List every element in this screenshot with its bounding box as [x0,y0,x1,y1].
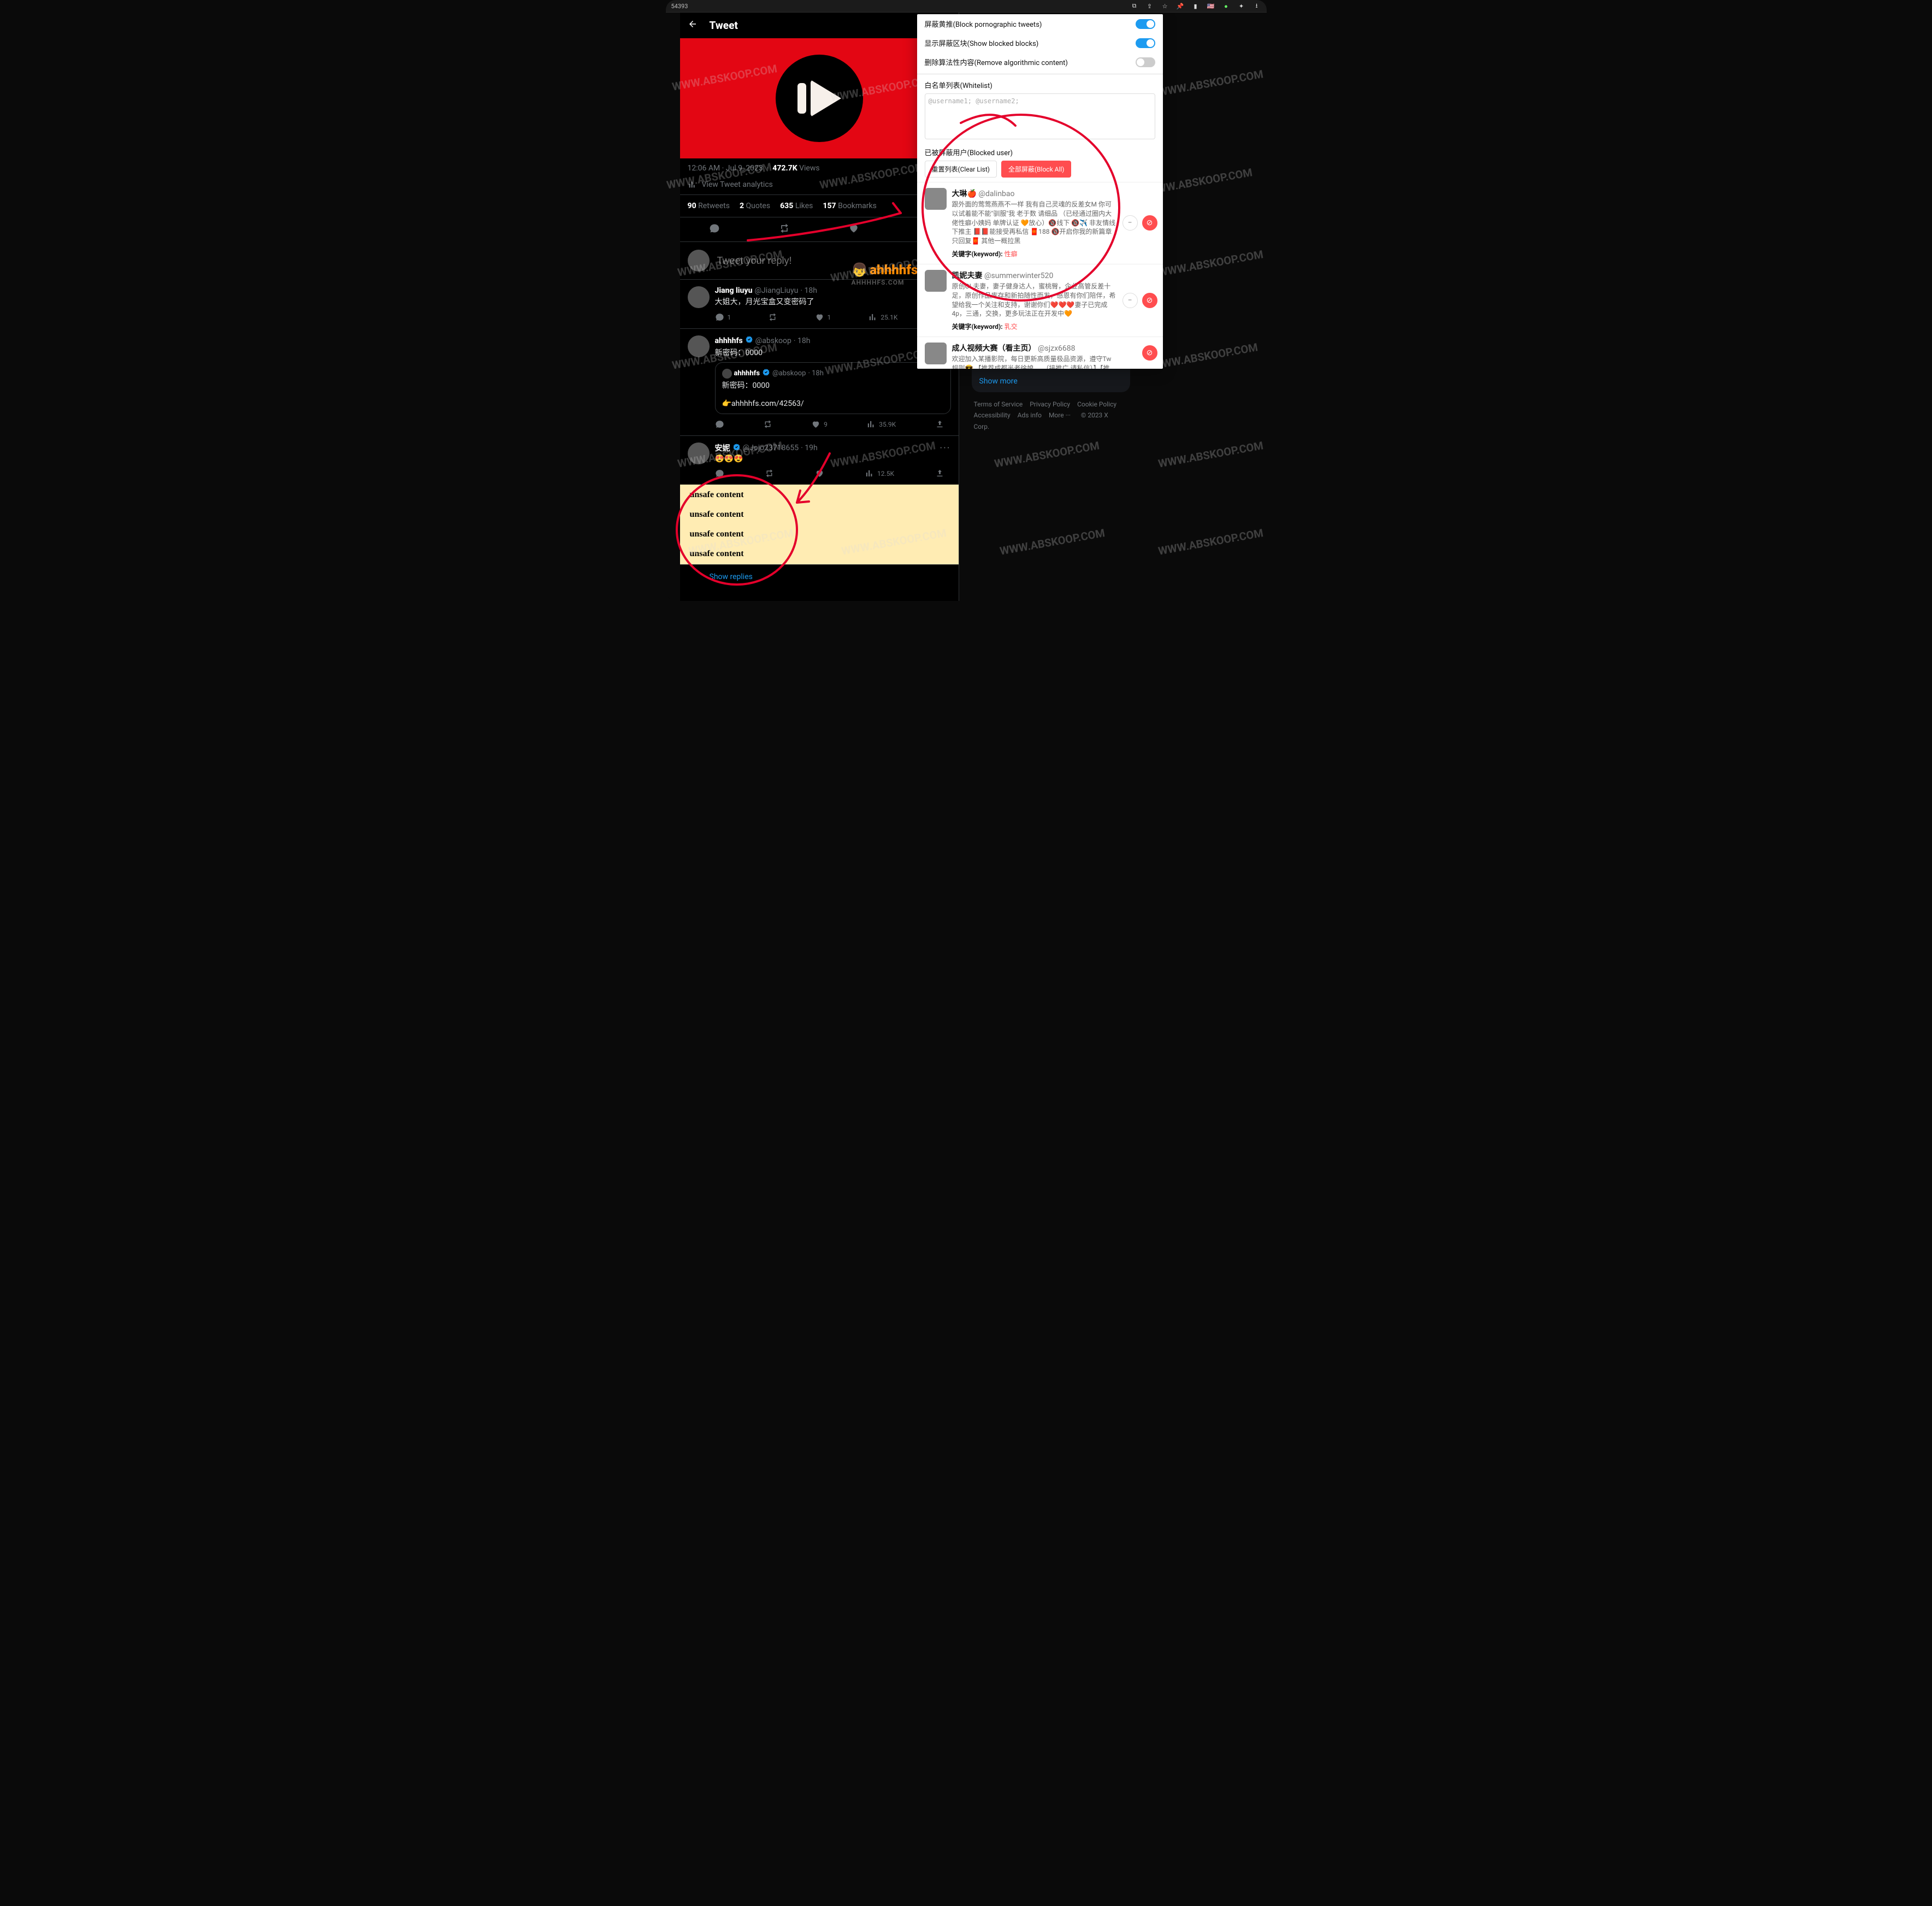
retweet-count[interactable] [763,420,772,429]
user-name[interactable]: ahhhhfs [715,337,743,345]
block-button[interactable]: ⊘ [1142,215,1157,231]
toggle[interactable] [1136,38,1155,48]
blocked-user-row: 凯妮夫妻 @summerwinter520 原创OL夫妻，妻子健身达人，蜜桃臀，… [917,264,1163,337]
pin-icon[interactable]: 📌 [1176,2,1185,10]
avatar[interactable] [925,188,947,210]
option-show-blocked[interactable]: 显示屏蔽区块(Show blocked blocks) [917,33,1163,52]
browser-toolbar: 54393 ⧉ ⇪ ☆ 📌 ▮ 🇺🇸 ● ✦ ⭳ [666,0,1267,13]
like-count[interactable]: 1 [815,312,831,322]
avatar[interactable] [688,442,710,464]
reply-count[interactable]: 1 [715,312,731,322]
footer-links: Terms of Service Privacy Policy Cookie P… [972,392,1130,439]
quote-tweet[interactable]: ahhhhfs @abskoop · 18h 新密码：0000 👉ahhhhfs… [715,362,951,414]
flag-us-icon[interactable]: 🇺🇸 [1207,2,1215,10]
user-name[interactable]: Jiang liuyu [715,286,753,295]
toggle[interactable] [1136,19,1155,29]
footer-link[interactable]: More ··· [1049,411,1071,419]
tweet-text: 大姐大，月光宝盒又变密码了 [715,296,951,307]
stat-quotes[interactable]: 2 Quotes [740,202,770,210]
reply-count[interactable] [715,469,724,478]
footer-link[interactable]: Terms of Service [974,400,1023,408]
stat-retweets[interactable]: 90 Retweets [688,202,730,210]
tweet-text: 😍😍😍 [715,455,951,463]
unsafe-label: unsafe content [690,490,949,500]
block-button[interactable]: ⊘ [1142,345,1157,361]
footer-link[interactable]: Privacy Policy [1030,400,1070,408]
toggle[interactable] [1136,57,1155,67]
self-avatar[interactable] [688,250,710,272]
tweet-age: · 19h [801,444,818,452]
footer-link[interactable]: Ads info [1018,411,1042,419]
retweet-icon[interactable] [779,223,790,236]
views-count: 472.7K [772,164,797,173]
verified-icon [732,443,741,453]
user-handle[interactable]: @JiangLiuyu [754,286,798,295]
download-icon[interactable]: ⭳ [1252,2,1261,10]
whitelist-textarea[interactable]: @username1; @username2; [925,93,1155,139]
views-label: Views [799,164,820,173]
bookmark-icon[interactable]: ▮ [1191,2,1200,10]
block-all-button[interactable]: 全部屏蔽(Block All) [1001,161,1072,178]
avatar[interactable] [925,343,947,364]
share-tweet-icon[interactable] [935,420,944,429]
stat-likes[interactable]: 635 Likes [780,202,813,210]
star-icon[interactable]: ☆ [1161,2,1169,10]
like-count[interactable]: 9 [811,420,828,429]
blocked-user-row: 大琳🍎 @dalinbao 跟外面的莺莺燕燕不一样 我有自己灵魂的反差女M 你可… [917,182,1163,264]
tweet-age: · 18h [800,286,817,295]
avatar[interactable] [688,335,710,357]
minus-button[interactable]: − [1122,293,1138,308]
footer-link[interactable]: Accessibility [974,411,1011,419]
user-handle[interactable]: @abskoop [755,337,791,345]
unsafe-content-block: unsafe content unsafe content unsafe con… [680,485,959,564]
share-tweet-icon[interactable] [935,469,944,478]
verified-icon [745,335,753,346]
verified-icon [762,368,770,379]
open-new-icon[interactable]: ⧉ [1130,2,1139,10]
quote-avatar [722,369,732,379]
reply-input[interactable] [716,255,951,267]
stat-bookmarks[interactable]: 157 Bookmarks [823,202,876,210]
option-block-porn[interactable]: 屏蔽黄推(Block pornographic tweets) [917,14,1163,33]
url-fragment: 54393 [671,3,688,10]
option-remove-algo[interactable]: 删除算法性内容(Remove algorithmic content) [917,52,1163,72]
tweet-text: 新密码：0000 [715,347,951,358]
avatar[interactable] [688,286,710,308]
retweet-count[interactable] [765,469,774,478]
blocked-user-label: 已被屏蔽用户(Blocked user) [917,145,1163,161]
show-replies-link[interactable]: Show replies [680,564,959,589]
blocked-user-row: 成人视频大赛（看主页） @sjzx6688 欢迎加入某播影院，每日更新高质量极品… [917,337,1163,369]
view-count[interactable]: 25.1K [868,312,897,322]
minus-button[interactable]: − [1122,215,1138,231]
more-icon[interactable]: ··· [940,442,950,454]
view-count[interactable]: 35.9K [866,420,896,429]
extensions-icon[interactable]: ✦ [1237,2,1246,10]
user-handle[interactable]: @Jojo23718655 [743,444,799,452]
tweet-age: · 18h [794,337,811,345]
back-arrow-icon[interactable] [688,19,698,31]
view-count[interactable]: 12.5K [865,469,894,478]
like-count[interactable] [815,469,824,478]
reply-count[interactable] [715,420,724,429]
reply-icon[interactable] [709,223,720,236]
unsafe-label: unsafe content [690,549,949,559]
clear-list-button[interactable]: 重置列表(Clear List) [925,161,997,178]
play-icon[interactable] [776,55,863,142]
unsafe-label: unsafe content [690,529,949,539]
tweet-time: 12:06 AM · Jul 9, 2023 [688,164,763,173]
whitelist-label: 白名单列表(Whitelist) [917,76,1163,91]
extension-popup: 屏蔽黄推(Block pornographic tweets) 显示屏蔽区块(S… [917,14,1163,369]
block-button[interactable]: ⊘ [1142,293,1157,308]
page-title: Tweet [710,19,738,32]
like-icon[interactable] [848,223,859,236]
avatar[interactable] [925,270,947,292]
footer-link[interactable]: Cookie Policy [1077,400,1116,408]
retweet-count[interactable] [768,312,777,322]
show-more-link[interactable]: Show more [972,370,1130,392]
user-name[interactable]: 安妮 [715,442,730,453]
unsafe-label: unsafe content [690,510,949,520]
reply-tweet[interactable]: 安妮 @Jojo23718655 · 19h 😍😍😍 12.5K ··· [680,436,959,485]
share-icon[interactable]: ⇪ [1145,2,1154,10]
ext-active-icon[interactable]: ● [1222,2,1231,10]
